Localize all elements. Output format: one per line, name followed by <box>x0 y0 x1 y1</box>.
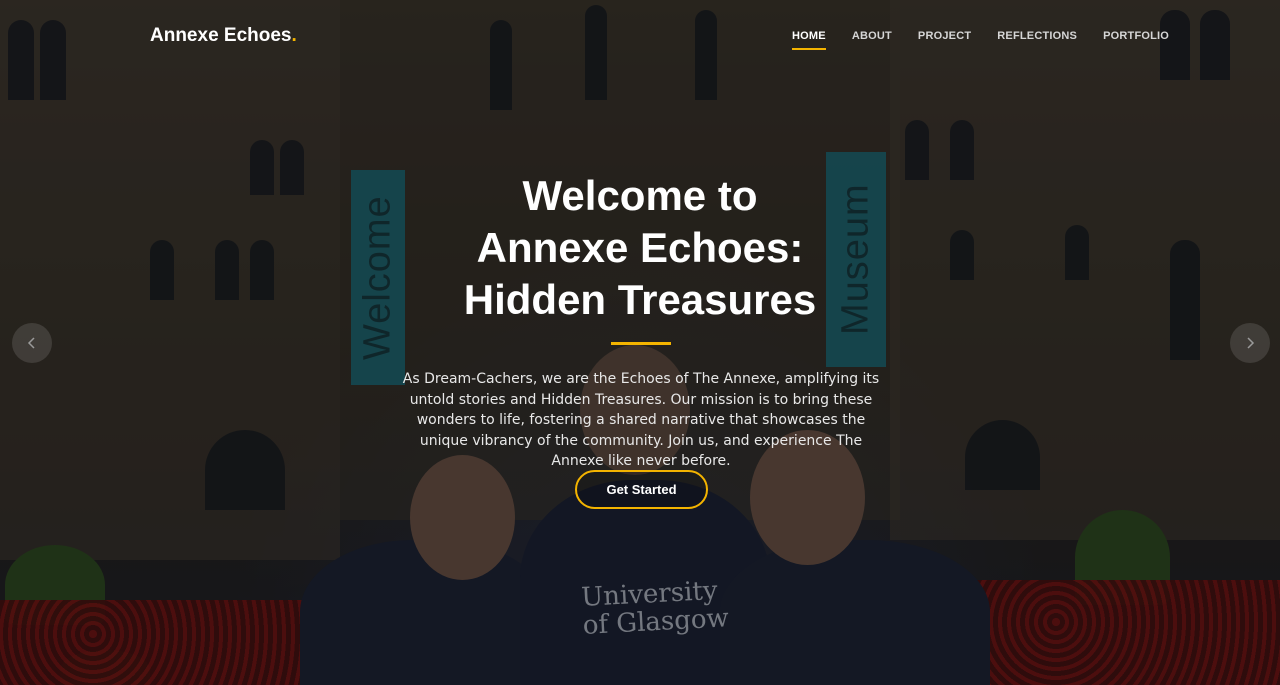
headline-line-3: Hidden Treasures <box>463 276 817 323</box>
carousel-next-button[interactable] <box>1230 323 1270 363</box>
nav-portfolio[interactable]: PORTFOLIO <box>1103 30 1169 50</box>
brand-name: Annexe Echoes <box>150 25 292 46</box>
brand-logo[interactable]: Annexe Echoes. <box>150 25 297 47</box>
nav-project[interactable]: PROJECT <box>918 30 971 50</box>
headline-line-1: Welcome to <box>522 172 758 219</box>
nav-home[interactable]: HOME <box>792 30 826 50</box>
headline-line-2: Annexe Echoes: <box>476 224 804 271</box>
chevron-left-icon <box>27 337 35 349</box>
hero-section: Welcome Museum University of Glasgow Ann… <box>0 0 1280 685</box>
hero-description: As Dream-Cachers, we are the Echoes of T… <box>402 371 880 469</box>
brand-dot: . <box>291 25 297 46</box>
headline-divider <box>611 342 671 345</box>
nav-reflections[interactable]: REFLECTIONS <box>997 30 1077 50</box>
carousel-prev-button[interactable] <box>12 323 52 363</box>
get-started-button[interactable]: Get Started <box>575 470 708 509</box>
main-nav: HOME ABOUT PROJECT REFLECTIONS PORTFOLIO <box>792 30 1195 50</box>
hero-headline: Welcome to Annexe Echoes: Hidden Treasur… <box>0 170 1280 326</box>
nav-about[interactable]: ABOUT <box>852 30 892 50</box>
chevron-right-icon <box>1247 337 1255 349</box>
